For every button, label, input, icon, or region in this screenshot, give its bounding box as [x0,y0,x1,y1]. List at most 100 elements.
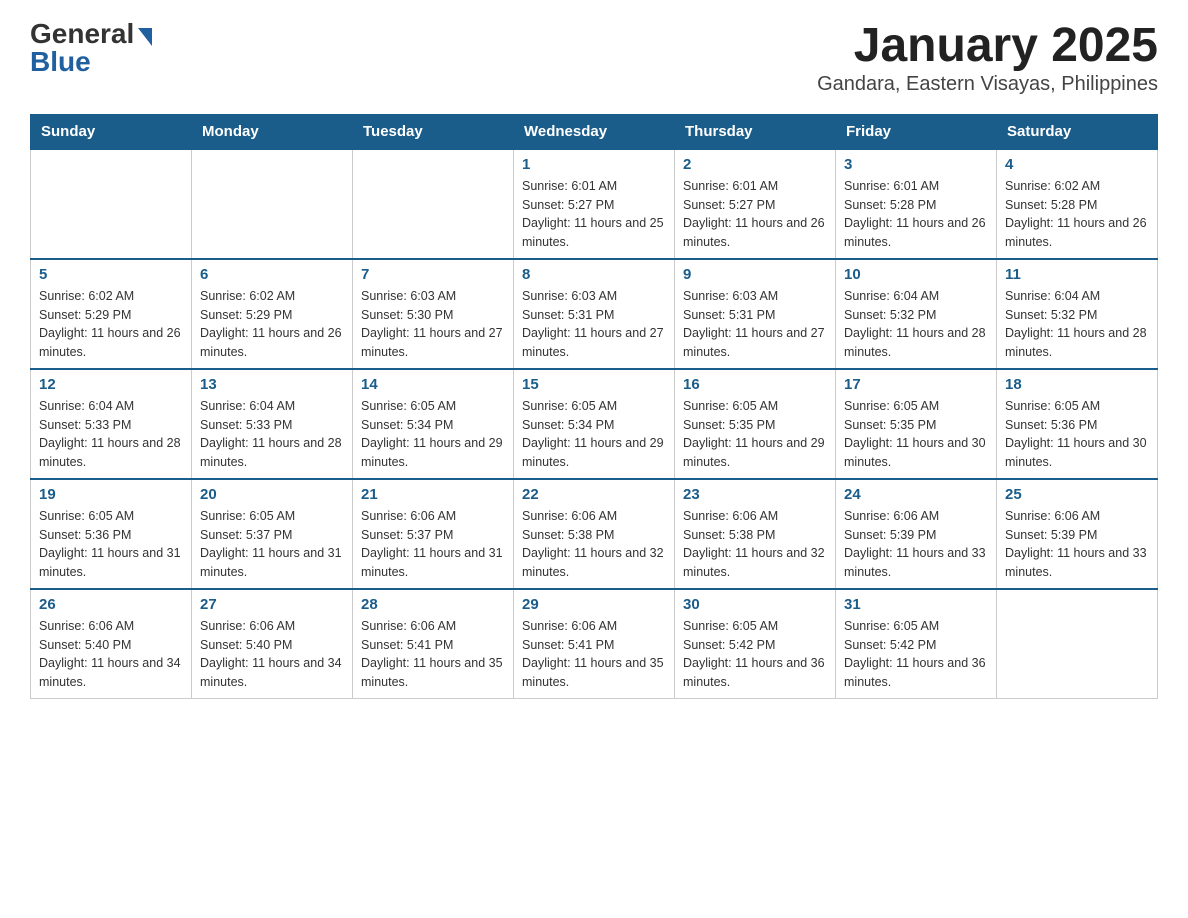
calendar-week-row: 19 Sunrise: 6:05 AMSunset: 5:36 PMDayligh… [31,479,1158,589]
day-number: 22 [522,486,666,503]
calendar-cell: 8 Sunrise: 6:03 AMSunset: 5:31 PMDaylight… [514,259,675,369]
day-info: Sunrise: 6:06 AMSunset: 5:38 PMDaylight:… [522,507,666,582]
day-number: 17 [844,376,988,393]
calendar-cell [997,589,1158,699]
calendar-day-header: Monday [192,114,353,149]
day-number: 10 [844,266,988,283]
day-number: 20 [200,486,344,503]
day-number: 29 [522,596,666,613]
day-info: Sunrise: 6:03 AMSunset: 5:30 PMDaylight:… [361,287,505,362]
day-info: Sunrise: 6:05 AMSunset: 5:42 PMDaylight:… [844,617,988,692]
page-title: January 2025 [817,20,1158,73]
day-number: 19 [39,486,183,503]
day-info: Sunrise: 6:05 AMSunset: 5:37 PMDaylight:… [200,507,344,582]
day-number: 8 [522,266,666,283]
calendar-week-row: 5 Sunrise: 6:02 AMSunset: 5:29 PMDaylight… [31,259,1158,369]
day-info: Sunrise: 6:05 AMSunset: 5:35 PMDaylight:… [683,397,827,472]
calendar-week-row: 1 Sunrise: 6:01 AMSunset: 5:27 PMDaylight… [31,149,1158,259]
day-info: Sunrise: 6:01 AMSunset: 5:28 PMDaylight:… [844,177,988,252]
calendar-day-header: Saturday [997,114,1158,149]
day-number: 13 [200,376,344,393]
day-number: 9 [683,266,827,283]
page-subtitle: Gandara, Eastern Visayas, Philippines [817,73,1158,96]
day-info: Sunrise: 6:05 AMSunset: 5:34 PMDaylight:… [522,397,666,472]
day-info: Sunrise: 6:06 AMSunset: 5:39 PMDaylight:… [1005,507,1149,582]
calendar-cell: 30Sunrise: 6:05 AMSunset: 5:42 PMDayligh… [675,589,836,699]
calendar-day-header: Wednesday [514,114,675,149]
day-info: Sunrise: 6:03 AMSunset: 5:31 PMDaylight:… [522,287,666,362]
day-info: Sunrise: 6:04 AMSunset: 5:32 PMDaylight:… [844,287,988,362]
day-info: Sunrise: 6:03 AMSunset: 5:31 PMDaylight:… [683,287,827,362]
calendar-cell: 17Sunrise: 6:05 AMSunset: 5:35 PMDayligh… [836,369,997,479]
calendar-cell: 10 Sunrise: 6:04 AMSunset: 5:32 PMDayligh… [836,259,997,369]
calendar-cell: 14 Sunrise: 6:05 AMSunset: 5:34 PMDayligh… [353,369,514,479]
calendar-cell: 15 Sunrise: 6:05 AMSunset: 5:34 PMDayligh… [514,369,675,479]
calendar-cell: 13 Sunrise: 6:04 AMSunset: 5:33 PMDayligh… [192,369,353,479]
calendar-cell: 23 Sunrise: 6:06 AMSunset: 5:38 PMDayligh… [675,479,836,589]
day-info: Sunrise: 6:05 AMSunset: 5:36 PMDaylight:… [39,507,183,582]
calendar-day-header: Thursday [675,114,836,149]
logo-triangle-icon [138,28,152,46]
day-number: 21 [361,486,505,503]
day-number: 27 [200,596,344,613]
calendar-cell: 25 Sunrise: 6:06 AMSunset: 5:39 PMDayligh… [997,479,1158,589]
calendar-cell [31,149,192,259]
day-number: 23 [683,486,827,503]
calendar-cell: 16 Sunrise: 6:05 AMSunset: 5:35 PMDayligh… [675,369,836,479]
calendar-day-header: Sunday [31,114,192,149]
day-number: 25 [1005,486,1149,503]
day-number: 5 [39,266,183,283]
page-header: General Blue January 2025 Gandara, Easte… [30,20,1158,96]
day-info: Sunrise: 6:01 AMSunset: 5:27 PMDaylight:… [683,177,827,252]
calendar-cell: 24Sunrise: 6:06 AMSunset: 5:39 PMDayligh… [836,479,997,589]
calendar-cell: 5 Sunrise: 6:02 AMSunset: 5:29 PMDaylight… [31,259,192,369]
calendar-cell: 11 Sunrise: 6:04 AMSunset: 5:32 PMDayligh… [997,259,1158,369]
day-number: 16 [683,376,827,393]
day-info: Sunrise: 6:05 AMSunset: 5:36 PMDaylight:… [1005,397,1149,472]
day-info: Sunrise: 6:06 AMSunset: 5:41 PMDaylight:… [522,617,666,692]
day-info: Sunrise: 6:04 AMSunset: 5:32 PMDaylight:… [1005,287,1149,362]
day-info: Sunrise: 6:06 AMSunset: 5:40 PMDaylight:… [39,617,183,692]
day-info: Sunrise: 6:02 AMSunset: 5:29 PMDaylight:… [39,287,183,362]
day-info: Sunrise: 6:02 AMSunset: 5:29 PMDaylight:… [200,287,344,362]
day-info: Sunrise: 6:06 AMSunset: 5:41 PMDaylight:… [361,617,505,692]
day-number: 2 [683,156,827,173]
calendar-cell: 21Sunrise: 6:06 AMSunset: 5:37 PMDayligh… [353,479,514,589]
day-info: Sunrise: 6:04 AMSunset: 5:33 PMDaylight:… [200,397,344,472]
calendar-cell: 2 Sunrise: 6:01 AMSunset: 5:27 PMDaylight… [675,149,836,259]
day-info: Sunrise: 6:06 AMSunset: 5:38 PMDaylight:… [683,507,827,582]
day-number: 18 [1005,376,1149,393]
calendar-cell [353,149,514,259]
day-number: 6 [200,266,344,283]
day-number: 28 [361,596,505,613]
day-number: 15 [522,376,666,393]
calendar-cell: 3Sunrise: 6:01 AMSunset: 5:28 PMDaylight… [836,149,997,259]
calendar-cell: 4Sunrise: 6:02 AMSunset: 5:28 PMDaylight… [997,149,1158,259]
calendar-cell: 19 Sunrise: 6:05 AMSunset: 5:36 PMDayligh… [31,479,192,589]
logo-general: General [30,20,134,48]
day-number: 11 [1005,266,1149,283]
calendar-cell: 31 Sunrise: 6:05 AMSunset: 5:42 PMDayligh… [836,589,997,699]
calendar-cell [192,149,353,259]
day-number: 4 [1005,156,1149,173]
day-number: 1 [522,156,666,173]
day-number: 7 [361,266,505,283]
title-block: January 2025 Gandara, Eastern Visayas, P… [817,20,1158,96]
calendar-cell: 28 Sunrise: 6:06 AMSunset: 5:41 PMDayligh… [353,589,514,699]
logo: General Blue [30,20,152,76]
calendar-table: SundayMondayTuesdayWednesdayThursdayFrid… [30,114,1158,699]
calendar-cell: 26 Sunrise: 6:06 AMSunset: 5:40 PMDayligh… [31,589,192,699]
day-number: 24 [844,486,988,503]
calendar-cell: 9 Sunrise: 6:03 AMSunset: 5:31 PMDaylight… [675,259,836,369]
day-number: 31 [844,596,988,613]
calendar-cell: 22 Sunrise: 6:06 AMSunset: 5:38 PMDayligh… [514,479,675,589]
calendar-cell: 1Sunrise: 6:01 AMSunset: 5:27 PMDaylight… [514,149,675,259]
calendar-week-row: 12Sunrise: 6:04 AMSunset: 5:33 PMDayligh… [31,369,1158,479]
logo-blue: Blue [30,48,91,76]
day-info: Sunrise: 6:04 AMSunset: 5:33 PMDaylight:… [39,397,183,472]
day-number: 26 [39,596,183,613]
calendar-cell: 20 Sunrise: 6:05 AMSunset: 5:37 PMDayligh… [192,479,353,589]
day-number: 14 [361,376,505,393]
calendar-cell: 12Sunrise: 6:04 AMSunset: 5:33 PMDayligh… [31,369,192,479]
day-info: Sunrise: 6:05 AMSunset: 5:34 PMDaylight:… [361,397,505,472]
